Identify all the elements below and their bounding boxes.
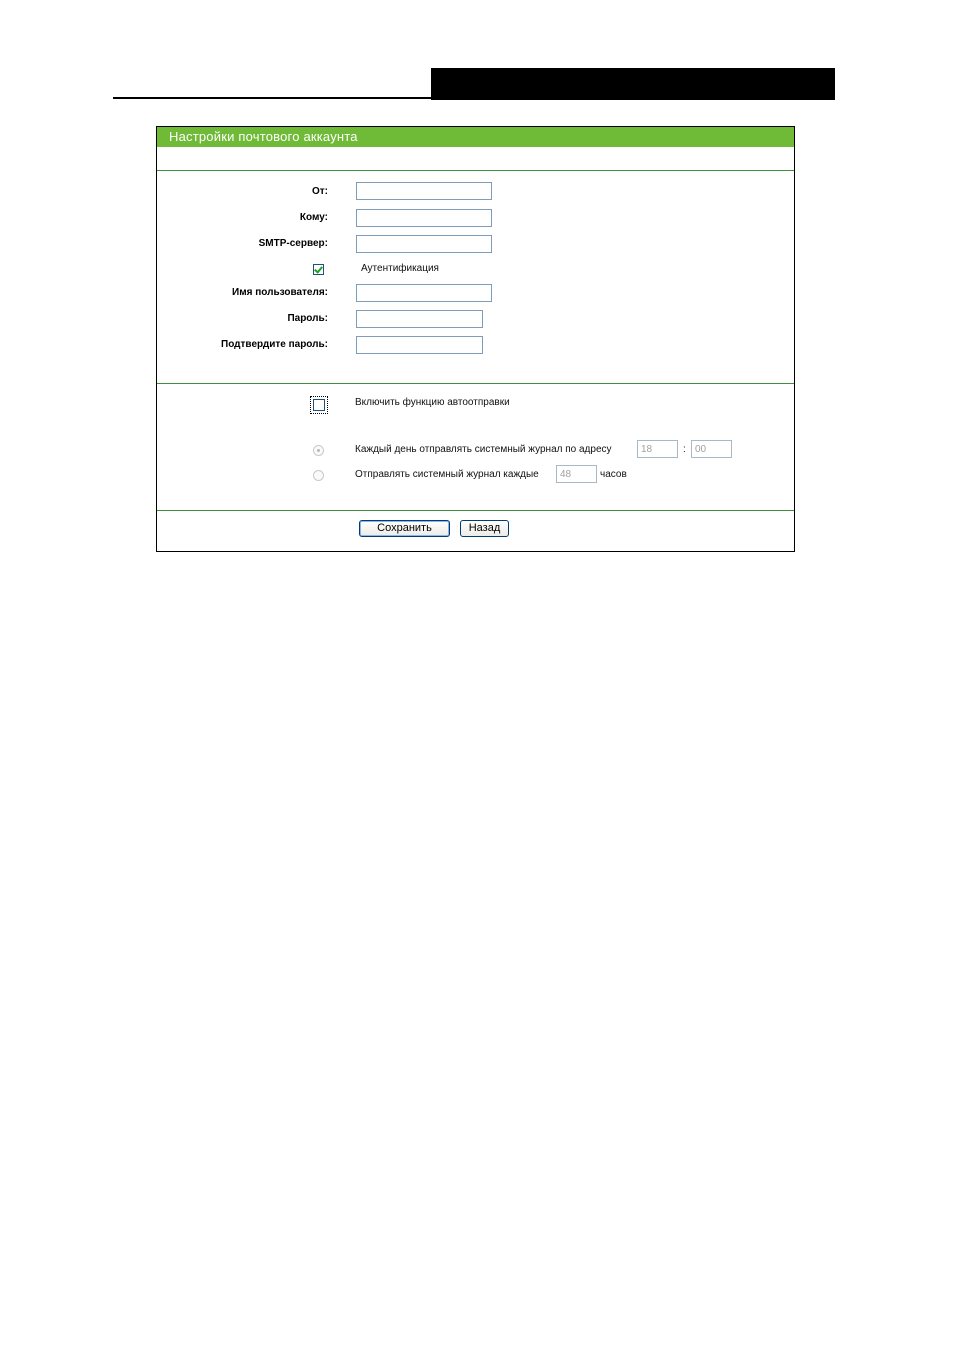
interval-unit-label: часов <box>600 469 627 480</box>
authentication-label: Аутентификация <box>361 263 439 274</box>
panel-title: Настройки почтового аккаунта <box>157 127 794 147</box>
interval-send-radio[interactable] <box>313 470 324 481</box>
minute-input[interactable] <box>691 440 732 458</box>
save-button[interactable]: Сохранить <box>359 520 450 537</box>
username-label: Имя пользователя: <box>232 287 328 298</box>
document-header-block <box>431 68 835 100</box>
interval-hours-input[interactable] <box>556 465 597 483</box>
document-header-rule <box>113 97 431 99</box>
from-input[interactable] <box>356 182 492 200</box>
back-button[interactable]: Назад <box>460 520 509 537</box>
divider <box>157 510 794 511</box>
username-input[interactable] <box>356 284 492 302</box>
divider <box>157 170 794 171</box>
authentication-checkbox[interactable] <box>313 264 324 275</box>
hour-input[interactable] <box>637 440 678 458</box>
interval-send-label: Отправлять системный журнал каждые <box>355 469 539 480</box>
enable-autosend-label: Включить функцию автоотправки <box>355 397 510 408</box>
mail-account-settings-panel: Настройки почтового аккаунта От: Кому: S… <box>156 126 795 552</box>
confirm-password-label: Подтвердите пароль: <box>221 339 328 350</box>
enable-autosend-checkbox[interactable] <box>310 396 328 414</box>
to-input[interactable] <box>356 209 492 227</box>
from-label: От: <box>311 186 328 197</box>
password-input[interactable] <box>356 310 483 328</box>
confirm-password-input[interactable] <box>356 336 483 354</box>
password-label: Пароль: <box>287 313 328 324</box>
daily-send-radio[interactable] <box>313 445 324 456</box>
to-label: Кому: <box>299 212 328 223</box>
smtp-server-label: SMTP-сервер: <box>258 238 328 249</box>
divider <box>157 383 794 384</box>
time-separator: : <box>683 444 686 455</box>
smtp-server-input[interactable] <box>356 235 492 253</box>
daily-send-label: Каждый день отправлять системный журнал … <box>355 444 612 455</box>
